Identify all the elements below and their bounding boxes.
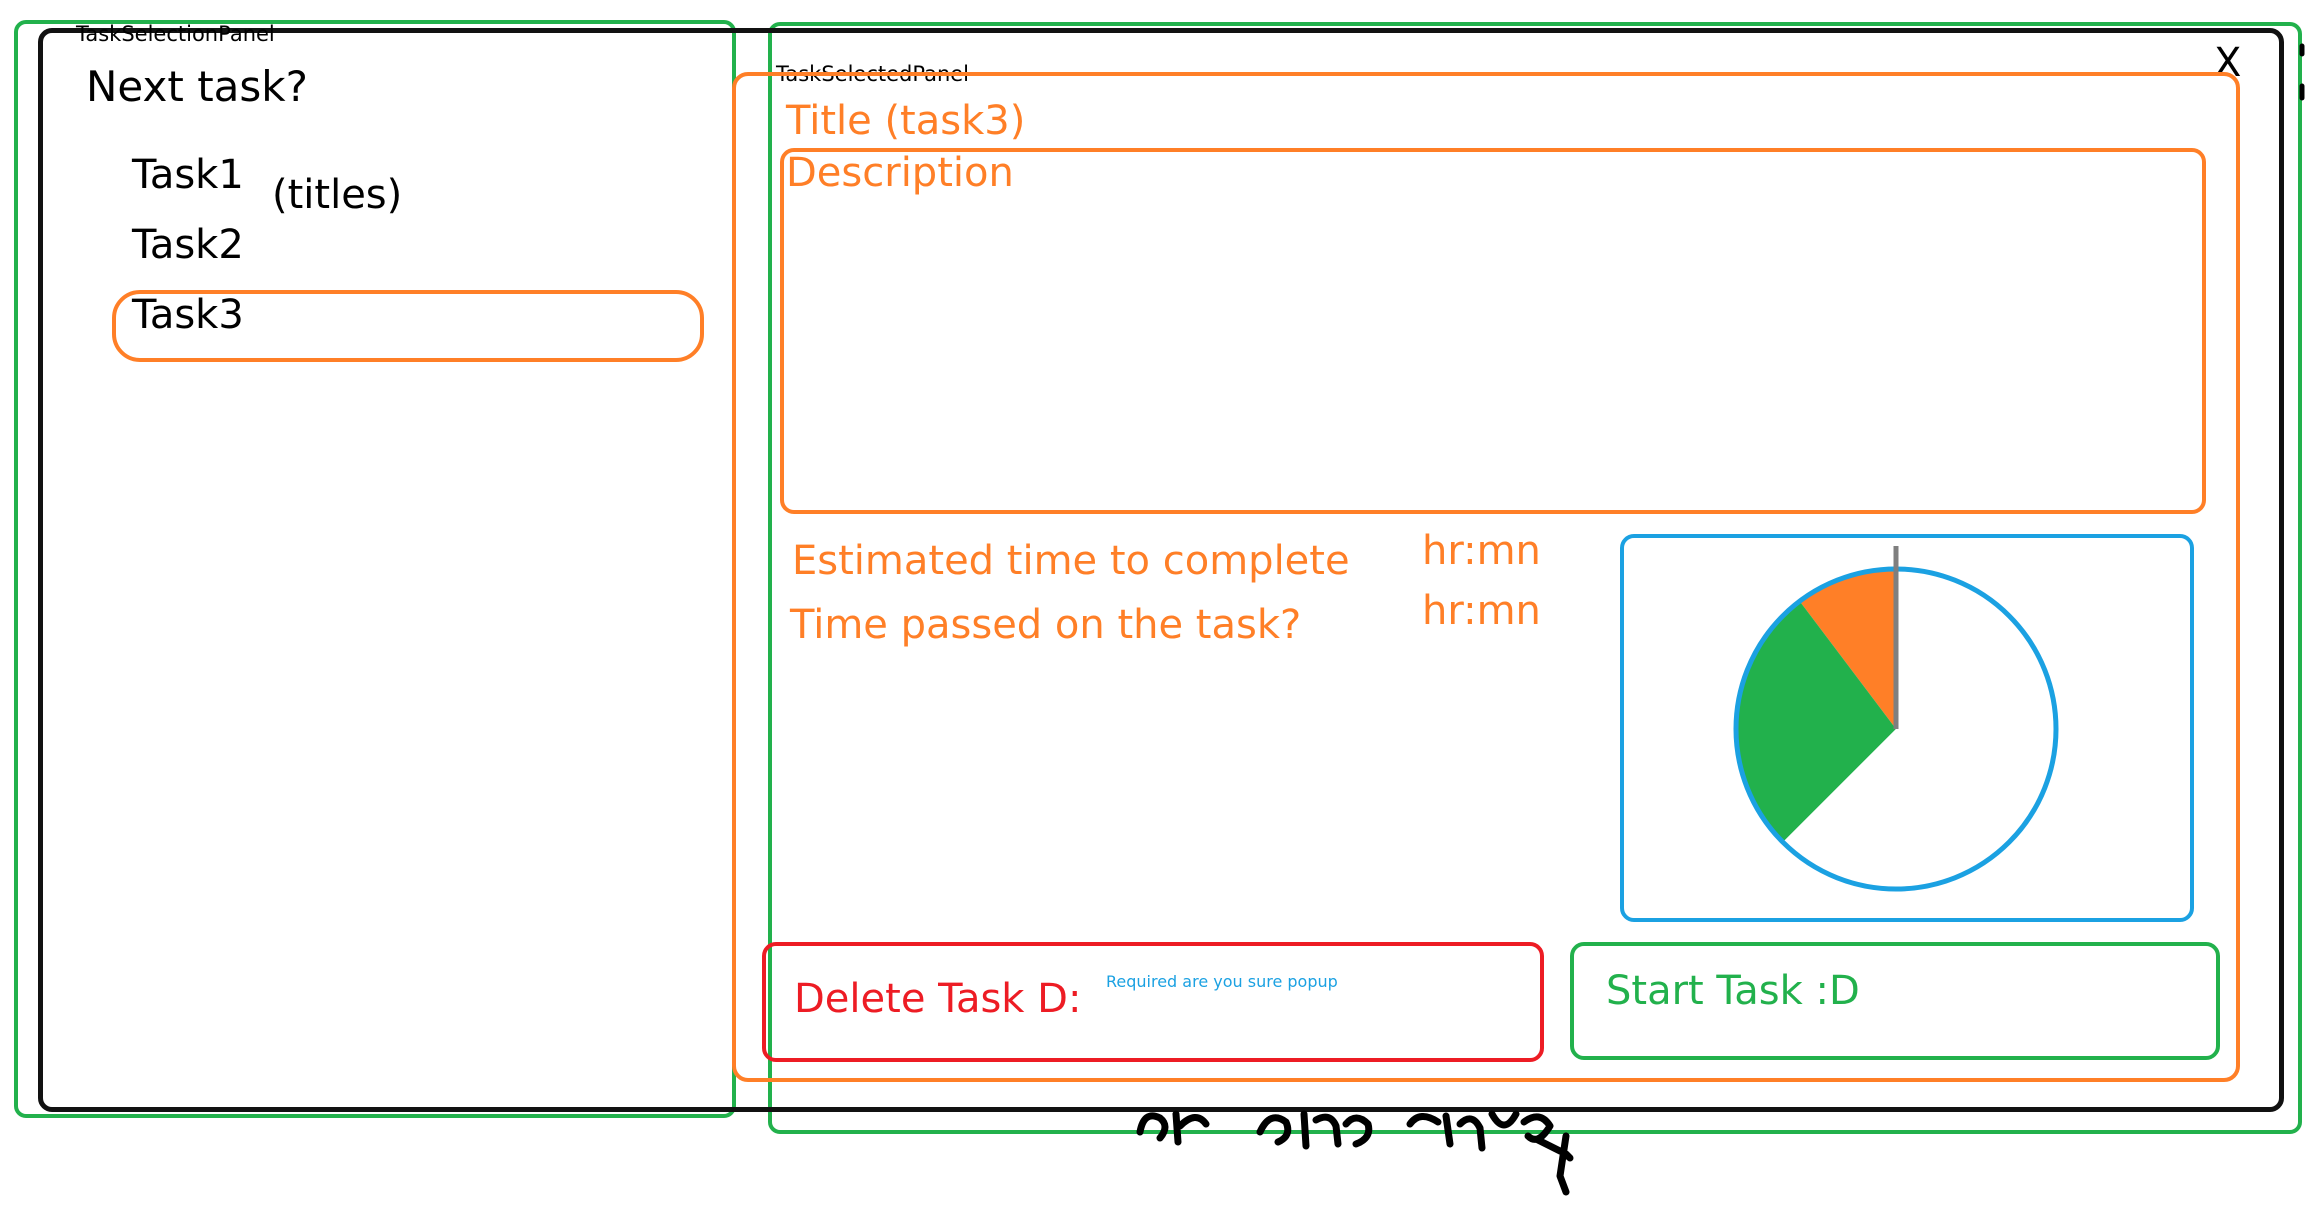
estimated-time-value: hr:mn <box>1422 528 1541 574</box>
task-list-item-2[interactable]: Task2 <box>132 222 244 268</box>
time-passed-value: hr:mn <box>1422 588 1541 634</box>
delete-task-label: Delete Task D: <box>794 976 1082 1022</box>
progress-pie-chart <box>1733 546 2059 892</box>
start-task-label: Start Task :D <box>1606 968 1860 1014</box>
task-list-item-1[interactable]: Task1 <box>132 152 244 198</box>
edge-scribble-icon <box>2299 43 2305 101</box>
task-title: Title (task3) <box>786 98 1026 144</box>
delete-confirm-note: Required are you sure popup <box>1106 972 1338 991</box>
time-passed-label: Time passed on the task? <box>790 602 1302 648</box>
titles-note: (titles) <box>272 172 403 218</box>
task-list-item-3[interactable]: Task3 <box>132 292 244 338</box>
scribble-annotation-icon <box>1136 1110 1574 1196</box>
next-task-heading: Next task? <box>86 62 308 111</box>
description-box[interactable] <box>780 148 2206 514</box>
selection-panel-label: TaskSelectionPanel <box>76 22 275 46</box>
estimated-time-label: Estimated time to complete <box>792 538 1350 584</box>
description-label: Description <box>786 150 1014 196</box>
